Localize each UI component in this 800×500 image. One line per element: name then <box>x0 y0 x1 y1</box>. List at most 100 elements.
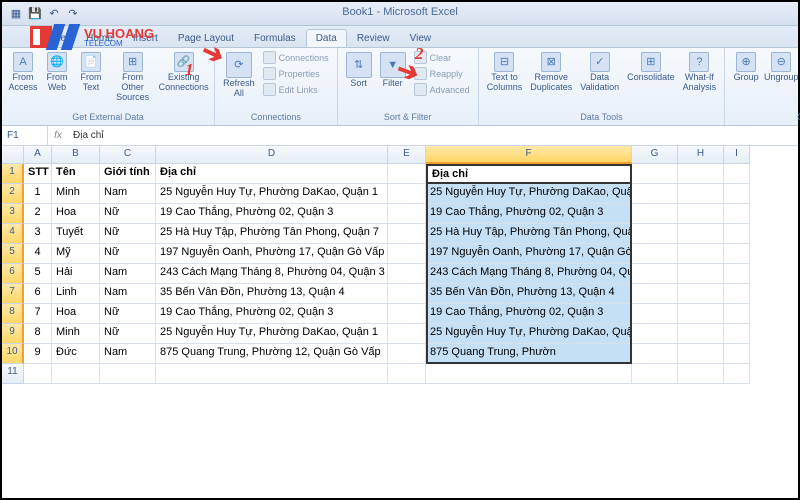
col-header-E[interactable]: E <box>388 146 426 164</box>
cell-1-G[interactable] <box>632 164 678 184</box>
cell-8-H[interactable] <box>678 304 724 324</box>
cell-6-H[interactable] <box>678 264 724 284</box>
cell-3-I[interactable] <box>724 204 750 224</box>
cell-1-F[interactable]: Địa chỉ <box>426 164 632 184</box>
cell-4-B[interactable]: Tuyết <box>52 224 100 244</box>
cell-1-E[interactable] <box>388 164 426 184</box>
cell-7-D[interactable]: 35 Bến Vân Đồn, Phường 13, Quận 4 <box>156 284 388 304</box>
cell-7-F[interactable]: 35 Bến Vân Đồn, Phường 13, Quận 4 <box>426 284 632 304</box>
what-if-button[interactable]: ?What-If Analysis <box>680 50 720 95</box>
cell-2-E[interactable] <box>388 184 426 204</box>
cell-8-I[interactable] <box>724 304 750 324</box>
cell-4-E[interactable] <box>388 224 426 244</box>
reapply-button[interactable]: Reapply <box>411 66 473 81</box>
from-web-button[interactable]: 🌐From Web <box>41 50 73 95</box>
sort-button[interactable]: ⇅Sort <box>343 50 375 91</box>
existing-connections-button[interactable]: 🔗Existing Connections <box>158 50 209 95</box>
refresh-all-button[interactable]: ⟳Refresh All <box>220 50 258 101</box>
cell-2-H[interactable] <box>678 184 724 204</box>
cell-4-A[interactable]: 3 <box>24 224 52 244</box>
cell-4-I[interactable] <box>724 224 750 244</box>
cell-2-B[interactable]: Minh <box>52 184 100 204</box>
fx-icon[interactable]: fx <box>48 130 68 141</box>
cell-1-H[interactable] <box>678 164 724 184</box>
cell-3-C[interactable]: Nữ <box>100 204 156 224</box>
cell-9-A[interactable]: 8 <box>24 324 52 344</box>
row-header-1[interactable]: 1 <box>2 164 24 184</box>
spreadsheet-grid[interactable]: ABCDEFGHI1STTTênGiới tínhĐịa chỉĐịa chỉ2… <box>2 146 798 384</box>
cell-9-H[interactable] <box>678 324 724 344</box>
cell-11-A[interactable] <box>24 364 52 384</box>
col-header-A[interactable]: A <box>24 146 52 164</box>
cell-5-E[interactable] <box>388 244 426 264</box>
cell-10-D[interactable]: 875 Quang Trung, Phường 12, Quận Gò Vấp <box>156 344 388 364</box>
cell-2-A[interactable]: 1 <box>24 184 52 204</box>
cell-8-B[interactable]: Hoa <box>52 304 100 324</box>
cell-2-C[interactable]: Nam <box>100 184 156 204</box>
col-header-H[interactable]: H <box>678 146 724 164</box>
text-to-columns-button[interactable]: ⊟Text to Columns <box>484 50 526 95</box>
cell-6-I[interactable] <box>724 264 750 284</box>
cell-8-F[interactable]: 19 Cao Thắng, Phường 02, Quận 3 <box>426 304 632 324</box>
redo-icon[interactable]: ↷ <box>65 6 81 22</box>
cell-7-B[interactable]: Linh <box>52 284 100 304</box>
cell-7-C[interactable]: Nam <box>100 284 156 304</box>
cell-1-I[interactable] <box>724 164 750 184</box>
cell-4-C[interactable]: Nữ <box>100 224 156 244</box>
cell-11-B[interactable] <box>52 364 100 384</box>
consolidate-button[interactable]: ⊞Consolidate <box>624 50 678 85</box>
row-header-6[interactable]: 6 <box>2 264 24 284</box>
cell-4-G[interactable] <box>632 224 678 244</box>
remove-duplicates-button[interactable]: ⊠Remove Duplicates <box>527 50 575 95</box>
row-header-2[interactable]: 2 <box>2 184 24 204</box>
cell-3-A[interactable]: 2 <box>24 204 52 224</box>
cell-5-A[interactable]: 4 <box>24 244 52 264</box>
cell-10-C[interactable]: Nam <box>100 344 156 364</box>
cell-11-F[interactable] <box>426 364 632 384</box>
cell-6-B[interactable]: Hải <box>52 264 100 284</box>
row-header-11[interactable]: 11 <box>2 364 24 384</box>
data-validation-button[interactable]: ✓Data Validation <box>577 50 622 95</box>
row-header-3[interactable]: 3 <box>2 204 24 224</box>
cell-3-F[interactable]: 19 Cao Thắng, Phường 02, Quận 3 <box>426 204 632 224</box>
cell-7-E[interactable] <box>388 284 426 304</box>
cell-10-B[interactable]: Đức <box>52 344 100 364</box>
cell-10-I[interactable] <box>724 344 750 364</box>
cell-5-F[interactable]: 197 Nguyễn Oanh, Phường 17, Quận Gò Vấp <box>426 244 632 264</box>
cell-11-E[interactable] <box>388 364 426 384</box>
cell-4-F[interactable]: 25 Hà Huy Tập, Phường Tân Phong, Quận 7 <box>426 224 632 244</box>
cell-2-G[interactable] <box>632 184 678 204</box>
formula-input[interactable]: Địa chỉ <box>68 130 109 141</box>
properties-button[interactable]: Properties <box>260 66 332 81</box>
cell-9-E[interactable] <box>388 324 426 344</box>
cell-11-H[interactable] <box>678 364 724 384</box>
cell-1-D[interactable]: Địa chỉ <box>156 164 388 184</box>
cell-9-G[interactable] <box>632 324 678 344</box>
cell-5-D[interactable]: 197 Nguyễn Oanh, Phường 17, Quận Gò Vấp <box>156 244 388 264</box>
cell-6-A[interactable]: 5 <box>24 264 52 284</box>
col-header-F[interactable]: F <box>426 146 632 164</box>
save-icon[interactable]: 💾 <box>27 6 43 22</box>
tab-data[interactable]: Data <box>306 29 347 47</box>
cell-11-G[interactable] <box>632 364 678 384</box>
cell-9-C[interactable]: Nữ <box>100 324 156 344</box>
col-header-D[interactable]: D <box>156 146 388 164</box>
row-header-7[interactable]: 7 <box>2 284 24 304</box>
cell-10-E[interactable] <box>388 344 426 364</box>
from-access-button[interactable]: AFrom Access <box>7 50 39 95</box>
cell-11-I[interactable] <box>724 364 750 384</box>
cell-3-D[interactable]: 19 Cao Thắng, Phường 02, Quận 3 <box>156 204 388 224</box>
cell-9-I[interactable] <box>724 324 750 344</box>
row-header-9[interactable]: 9 <box>2 324 24 344</box>
cell-7-G[interactable] <box>632 284 678 304</box>
cell-8-C[interactable]: Nữ <box>100 304 156 324</box>
cell-10-H[interactable] <box>678 344 724 364</box>
tab-formulas[interactable]: Formulas <box>244 29 306 47</box>
cell-6-E[interactable] <box>388 264 426 284</box>
cell-6-C[interactable]: Nam <box>100 264 156 284</box>
col-header-C[interactable]: C <box>100 146 156 164</box>
cell-8-D[interactable]: 19 Cao Thắng, Phường 02, Quận 3 <box>156 304 388 324</box>
ungroup-button[interactable]: ⊖Ungroup <box>764 50 798 85</box>
from-text-button[interactable]: 📄From Text <box>75 50 107 95</box>
col-header-G[interactable]: G <box>632 146 678 164</box>
